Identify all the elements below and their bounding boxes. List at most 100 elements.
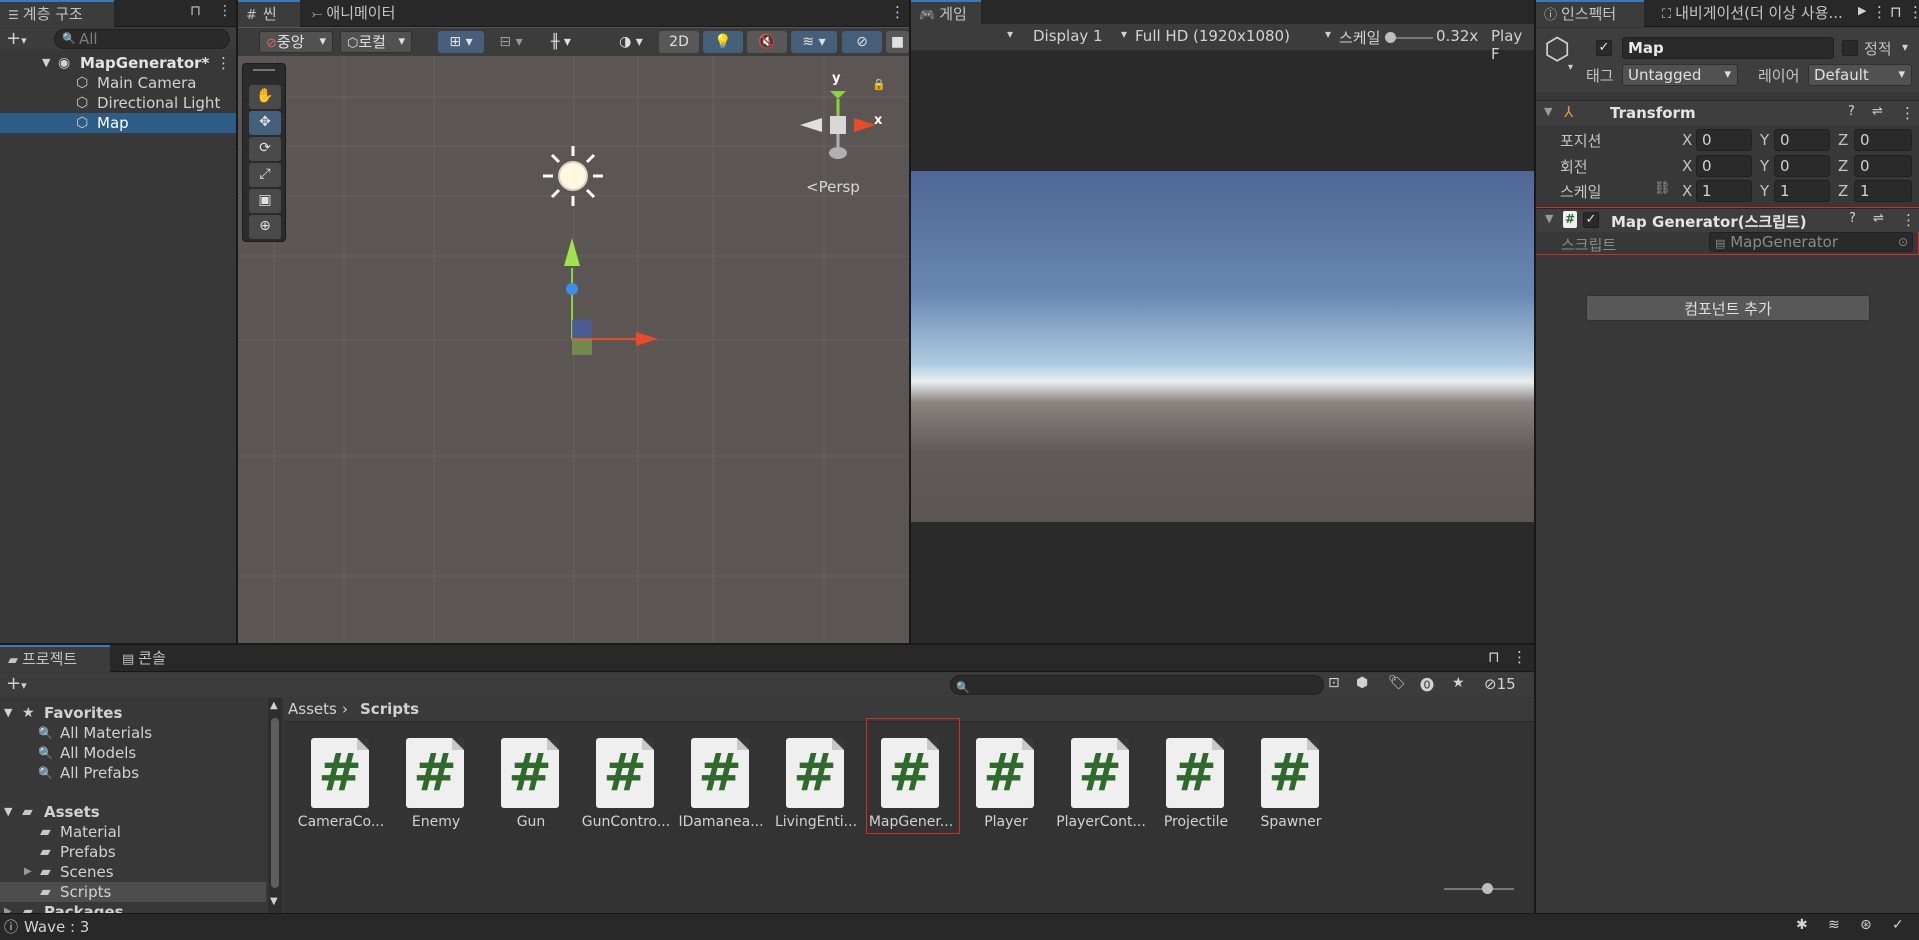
expand-arrow-icon[interactable]: ▼: [42, 53, 50, 73]
display-dropdown[interactable]: Display 1 ▾: [1033, 27, 1129, 47]
active-checkbox[interactable]: ✓: [1596, 40, 1612, 56]
position-y-field[interactable]: 0: [1774, 129, 1830, 151]
scale-tool-button[interactable]: ⤢: [249, 163, 281, 187]
rotation-y-field[interactable]: 0: [1774, 155, 1830, 177]
scale-y-field[interactable]: 1: [1774, 180, 1830, 202]
tab-project[interactable]: ▰ 프로젝트: [0, 645, 110, 672]
hierarchy-scene-row[interactable]: ▼ ◉ MapGenerator* ⋮: [0, 53, 236, 73]
filter-by-label-icon[interactable]: 🏷: [1388, 675, 1406, 691]
hand-tool-button[interactable]: ✋: [249, 85, 281, 109]
rotate-tool-button[interactable]: ⟳: [249, 137, 281, 161]
transform-header[interactable]: ▼ ⅄ Transform ? ⇌ ⋮: [1536, 100, 1919, 126]
hidden-objects-toggle[interactable]: ⊘: [842, 31, 882, 53]
project-search-input[interactable]: 🔍: [950, 675, 1324, 695]
help-icon[interactable]: ?: [1849, 211, 1856, 226]
component-enabled-checkbox[interactable]: ✓: [1583, 212, 1599, 228]
status-message[interactable]: Wave : 3: [24, 918, 89, 936]
game-view-dropdown[interactable]: ▾: [1007, 27, 1013, 41]
increment-snap-button[interactable]: ⊟ ▾: [490, 31, 532, 53]
folder-item-selected[interactable]: ▰ Scripts: [0, 882, 266, 902]
script-file-item[interactable]: # PlayerCont...: [1056, 738, 1146, 838]
component-menu-icon[interactable]: ⋮: [1901, 211, 1916, 229]
lock-icon[interactable]: ⊓: [190, 3, 201, 19]
hierarchy-item-map[interactable]: ⬡ Map: [0, 113, 236, 133]
bug-icon[interactable]: ✱: [1796, 917, 1808, 933]
resolution-dropdown[interactable]: Full HD (1920x1080) ▾: [1135, 27, 1335, 47]
lock-icon[interactable]: ⊓: [1488, 648, 1500, 666]
expand-arrow-icon[interactable]: ▶: [4, 902, 12, 913]
folder-item[interactable]: ▰ Prefabs: [0, 842, 268, 862]
tab-navigation[interactable]: ⛶ 내비게이션(더 이상 사용...: [1654, 0, 1860, 27]
favorites-row[interactable]: ▼ ★ Favorites: [0, 703, 268, 723]
script-file-item[interactable]: # LivingEnti...: [771, 738, 861, 838]
scene-menu-icon[interactable]: ⋮: [216, 53, 231, 73]
effects-toggle[interactable]: ≋ ▾: [791, 31, 837, 53]
object-name-field[interactable]: Map: [1622, 37, 1834, 59]
tab-animator[interactable]: ⤚ 애니메이터: [304, 0, 403, 27]
folder-item[interactable]: ▰ Material: [0, 822, 268, 842]
packages-folder-row[interactable]: ▶ ▰ Packages: [0, 902, 268, 913]
expand-arrow-icon[interactable]: ▶: [24, 862, 32, 882]
camera-settings-button[interactable]: ■: [886, 31, 909, 53]
space-dropdown[interactable]: ⬡로컬: [340, 31, 412, 53]
tab-hierarchy[interactable]: ☰ 계층 구조: [0, 0, 114, 27]
more-menu-icon[interactable]: ⋮: [1908, 3, 1919, 21]
favorites-item[interactable]: 🔍 All Prefabs: [0, 763, 268, 783]
warning-icon[interactable]: ⓿: [1420, 675, 1434, 695]
scroll-down-icon[interactable]: ▼: [270, 896, 278, 907]
lighting-toggle[interactable]: 💡: [703, 31, 743, 53]
add-object-button[interactable]: +▾: [6, 28, 27, 52]
tab-game[interactable]: 🎮 게임: [911, 0, 981, 27]
position-x-field[interactable]: 0: [1696, 129, 1752, 151]
folder-item[interactable]: ▶ ▰ Scenes: [0, 862, 268, 882]
rotation-x-field[interactable]: 0: [1696, 155, 1752, 177]
more-menu-icon[interactable]: ⋮: [1872, 3, 1887, 21]
grid-snap-button[interactable]: ⊞ ▾: [438, 31, 484, 53]
scale-slider[interactable]: [1385, 32, 1433, 43]
gizmo-lock-icon[interactable]: 🔒: [872, 78, 886, 91]
script-file-item[interactable]: # CameraCo...: [296, 738, 386, 838]
shading-mode-button[interactable]: ◑ ▾: [608, 31, 654, 53]
add-component-button[interactable]: 컴포넌트 추가: [1586, 295, 1870, 321]
ruler-button[interactable]: ╫ ▾: [538, 31, 584, 53]
play-focus-dropdown[interactable]: Play F: [1491, 27, 1534, 63]
scene-viewport[interactable]: [238, 56, 909, 643]
cache-server-icon[interactable]: ≋: [1828, 917, 1840, 933]
script-file-item[interactable]: # GunContro...: [581, 738, 671, 838]
expand-arrow-icon[interactable]: ▼: [4, 802, 12, 822]
preset-icon[interactable]: ⇌: [1872, 104, 1883, 119]
tab-inspector[interactable]: ⓘ 인스펙터: [1536, 0, 1644, 27]
icon-picker-arrow[interactable]: ▾: [1568, 62, 1573, 73]
folder-tree-scrollbar[interactable]: ▲ ▼: [268, 698, 282, 913]
assets-folder-row[interactable]: ▼ ▰ Assets: [0, 802, 268, 822]
script-file-item[interactable]: # Enemy: [391, 738, 481, 838]
position-z-field[interactable]: 0: [1854, 129, 1912, 151]
favorite-star-icon[interactable]: ★: [1452, 675, 1465, 691]
scale-z-field[interactable]: 1: [1854, 180, 1912, 202]
object-picker-icon[interactable]: ⊙: [1898, 233, 1908, 251]
transform-tool-button[interactable]: ⊕: [249, 215, 281, 239]
lock-icon[interactable]: ⊓: [1890, 3, 1902, 21]
script-file-item[interactable]: # Gun: [486, 738, 576, 838]
preset-icon[interactable]: ⇌: [1873, 211, 1884, 226]
rect-tool-button[interactable]: ▣: [249, 189, 281, 213]
tag-dropdown[interactable]: Untagged: [1622, 64, 1738, 86]
more-menu-icon[interactable]: ⋮: [1512, 648, 1527, 666]
breadcrumb-root[interactable]: Assets: [288, 700, 337, 718]
script-file-item[interactable]: # Player: [961, 738, 1051, 838]
constrain-proportions-icon[interactable]: ⛓: [1654, 181, 1671, 196]
hierarchy-item-directional-light[interactable]: ⬡ Directional Light: [0, 93, 236, 113]
help-icon[interactable]: ?: [1848, 104, 1855, 119]
tab-console[interactable]: ▤ 콘솔: [114, 645, 174, 672]
more-menu-icon[interactable]: ⋮: [890, 3, 905, 21]
more-menu-icon[interactable]: ⋮: [218, 3, 232, 19]
breadcrumb-current[interactable]: Scripts: [360, 700, 419, 718]
favorites-item[interactable]: 🔍 All Models: [0, 743, 268, 763]
scrollbar-thumb[interactable]: [271, 718, 279, 888]
move-tool-button[interactable]: ✥: [249, 111, 281, 135]
tab-scene[interactable]: # 씬: [238, 0, 300, 27]
scale-x-field[interactable]: 1: [1696, 180, 1752, 202]
create-asset-button[interactable]: +▾: [6, 673, 27, 697]
layer-dropdown[interactable]: Default: [1808, 64, 1912, 86]
overlay-drag-handle[interactable]: [253, 69, 275, 71]
